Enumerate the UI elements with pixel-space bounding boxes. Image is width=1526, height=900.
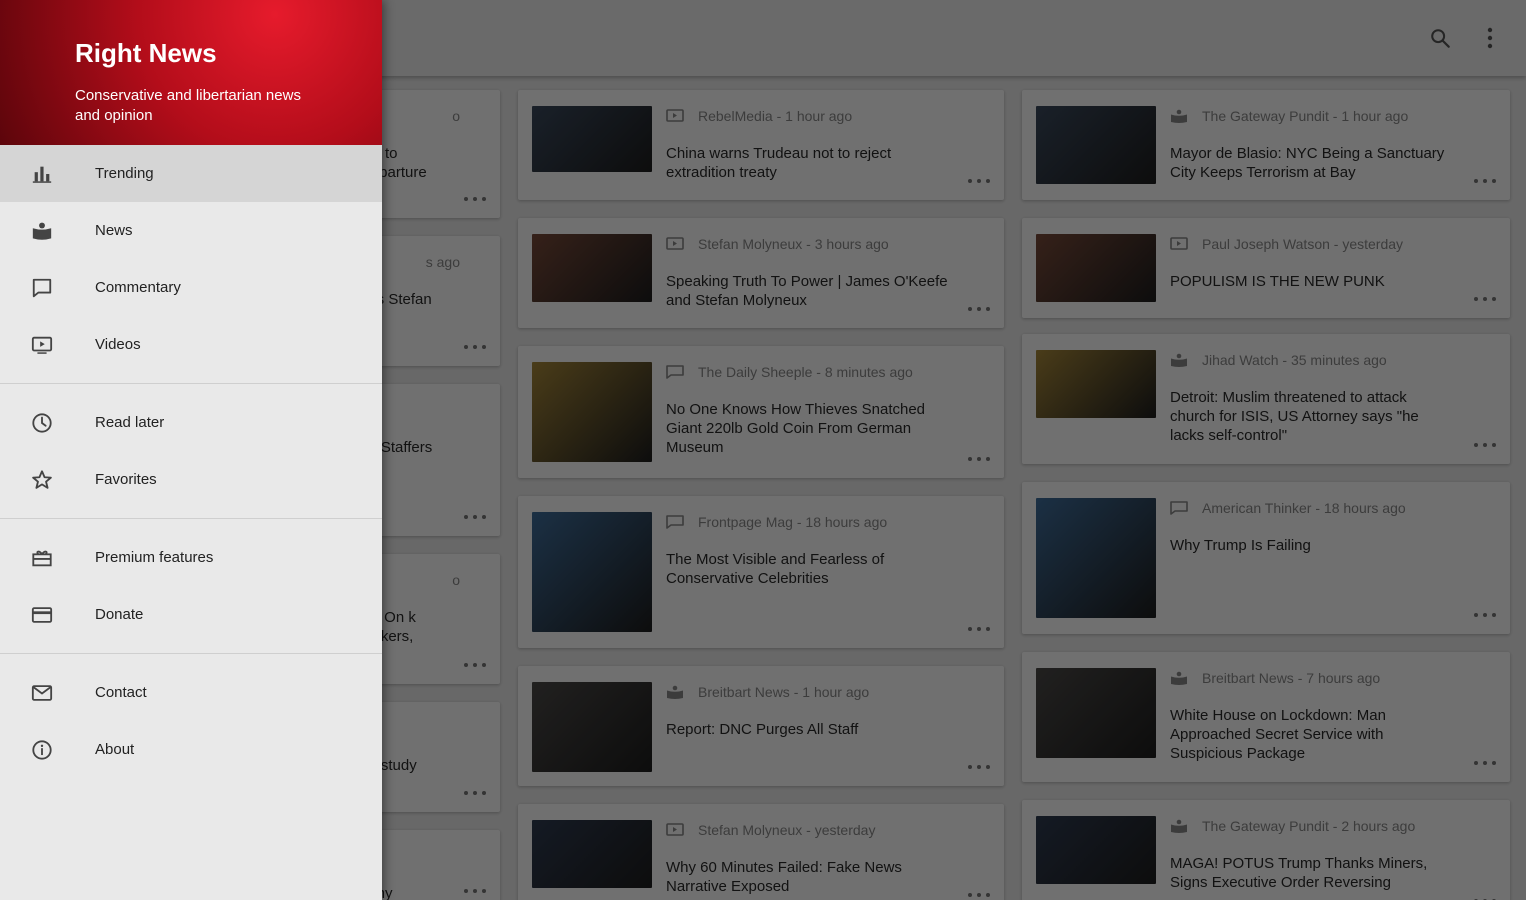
nav-item-label: Contact [95, 684, 147, 701]
nav-divider [0, 383, 382, 384]
navigation-drawer: Right News Conservative and libertarian … [0, 0, 382, 900]
nav-divider [0, 518, 382, 519]
nav-item-label: Favorites [95, 471, 157, 488]
nav-item-label: Read later [95, 414, 165, 431]
nav-item-label: Videos [95, 336, 141, 353]
nav-item-label: About [95, 741, 135, 758]
star-icon [30, 468, 54, 492]
nav-item-trending[interactable]: Trending [0, 145, 382, 202]
nav-item-commentary[interactable]: Commentary [0, 259, 382, 316]
drawer-header: Right News Conservative and libertarian … [0, 0, 382, 145]
comment-icon [30, 276, 54, 300]
nav-item-favorites[interactable]: Favorites [0, 451, 382, 508]
nav-item-label: Commentary [95, 279, 181, 296]
app-subtitle: Conservative and libertarian news and op… [75, 87, 301, 124]
nav-item-label: News [95, 222, 133, 239]
info-icon [30, 738, 54, 762]
gift-icon [30, 546, 54, 570]
clock-icon [30, 411, 54, 435]
nav-item-label: Donate [95, 606, 144, 623]
credit-card-icon [30, 603, 54, 627]
news-icon [30, 219, 54, 243]
video-icon [30, 333, 54, 357]
nav-item-label: Trending [95, 165, 154, 182]
app-title: Right News [75, 38, 217, 68]
nav-item-donate[interactable]: Donate [0, 586, 382, 643]
nav-divider [0, 653, 382, 654]
nav-item-label: Premium features [95, 549, 214, 566]
nav-item-about[interactable]: About [0, 721, 382, 778]
nav-item-news[interactable]: News [0, 202, 382, 259]
nav-item-read-later[interactable]: Read later [0, 394, 382, 451]
mail-icon [30, 681, 54, 705]
bar-chart-icon [30, 162, 54, 186]
nav-item-videos[interactable]: Videos [0, 316, 382, 373]
drawer-nav: Trending News Commentary Videos Read later Fa… [0, 145, 382, 778]
nav-item-premium-features[interactable]: Premium features [0, 529, 382, 586]
nav-item-contact[interactable]: Contact [0, 664, 382, 721]
